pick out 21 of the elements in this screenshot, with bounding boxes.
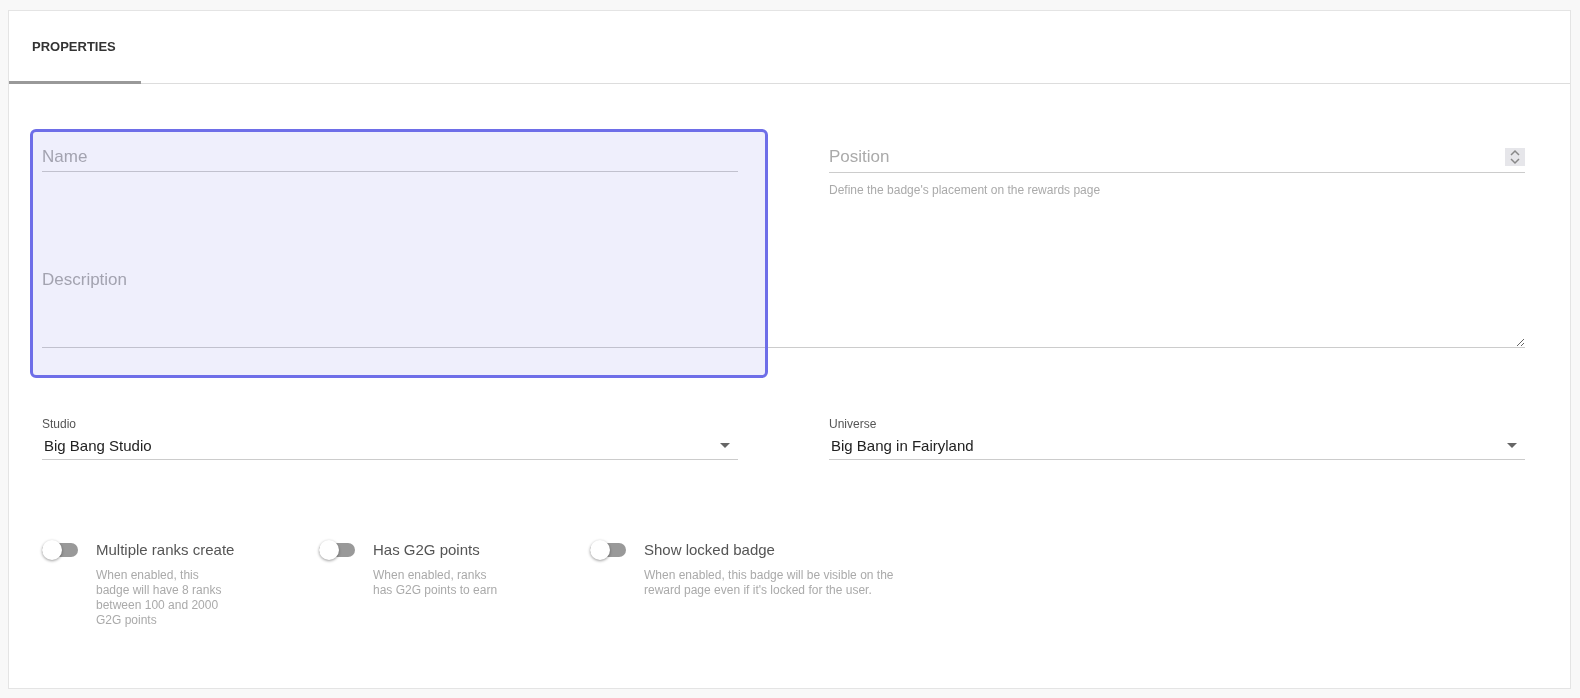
toggle-switch[interactable] <box>590 540 626 560</box>
toggle-switch[interactable] <box>319 540 355 560</box>
helper-text: When enabled, this badge will have 8 ranks between 100 and 2000 G2G points <box>96 568 223 628</box>
spinner-icon[interactable] <box>1505 148 1525 166</box>
toggle-label: Multiple ranks create <box>96 540 235 560</box>
toggle-label: Show locked badge <box>644 540 776 560</box>
helper-text: When enabled, this badge will be visible on the reward page even if it's locked for the user. <box>644 568 895 598</box>
field-label: Universe <box>829 417 878 431</box>
caret-icon <box>1507 442 1517 448</box>
dropdown[interactable]: Big Bang in Fairyland <box>829 431 1525 460</box>
dropdown[interactable]: Big Bang Studio <box>42 431 738 460</box>
tab[interactable]: PROPERTIES <box>9 11 141 84</box>
helper-text: When enabled, ranks has G2G points to earn <box>373 568 498 598</box>
toggle-switch[interactable] <box>42 540 78 560</box>
description-field[interactable]: Description <box>42 270 1525 348</box>
helper-text: Define the badge's placement on the rewards page <box>829 183 1102 197</box>
field-label: Studio <box>42 417 78 431</box>
name-field[interactable]: Name <box>42 142 738 172</box>
toggle-label: Has G2G points <box>373 540 481 560</box>
caret-icon <box>720 442 730 448</box>
position-field[interactable]: Position <box>829 142 1505 172</box>
